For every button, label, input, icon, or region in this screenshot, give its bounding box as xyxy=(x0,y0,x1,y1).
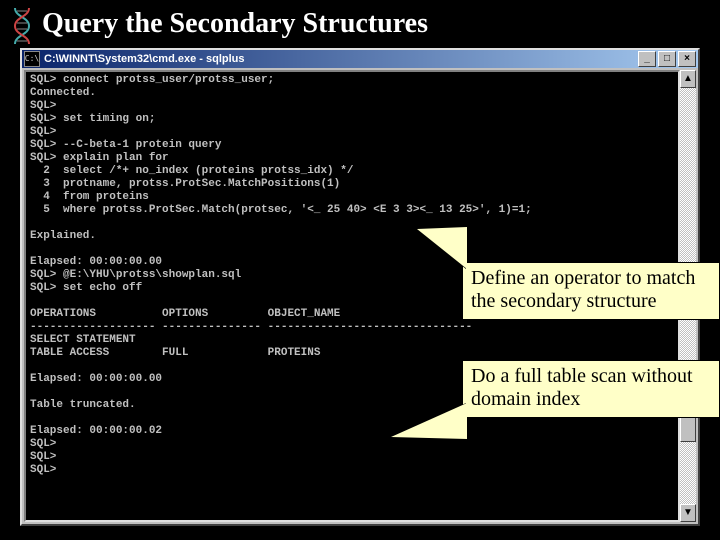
window-title: C:\WINNT\System32\cmd.exe - sqlplus xyxy=(44,54,638,65)
dna-decoration-icon xyxy=(12,8,32,44)
close-button[interactable]: × xyxy=(678,51,696,67)
scroll-up-button[interactable]: ▲ xyxy=(680,70,696,88)
callout-tail-icon xyxy=(391,403,467,439)
maximize-button[interactable]: □ xyxy=(658,51,676,67)
slide-title: Query the Secondary Structures xyxy=(0,0,720,46)
callout-text: Do a full table scan without domain inde… xyxy=(471,365,693,410)
minimize-button[interactable]: _ xyxy=(638,51,656,67)
callout-fullscan: Do a full table scan without domain inde… xyxy=(462,360,720,418)
scroll-down-button[interactable]: ▼ xyxy=(680,504,696,522)
callout-operator: Define an operator to match the secondar… xyxy=(462,262,720,320)
callout-tail-icon xyxy=(417,227,467,269)
cmd-icon: C:\ xyxy=(24,51,40,67)
callout-text: Define an operator to match the secondar… xyxy=(471,267,695,312)
titlebar[interactable]: C:\ C:\WINNT\System32\cmd.exe - sqlplus … xyxy=(22,50,698,68)
